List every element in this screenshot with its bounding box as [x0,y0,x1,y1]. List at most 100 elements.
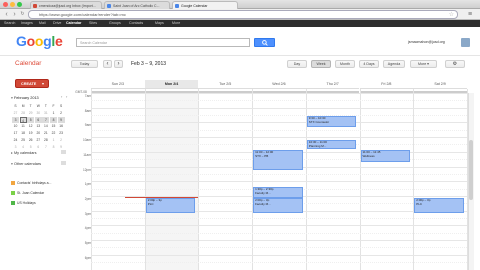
mini-day[interactable]: 9 [58,144,65,150]
prev-week-button[interactable]: ‹ [103,60,112,68]
mini-day[interactable]: 3 [12,144,19,150]
mini-calendar-title[interactable]: ▾ February 2013 [11,95,39,100]
mini-day[interactable]: 28 [20,110,27,116]
mini-day[interactable]: 7 [42,116,50,123]
mini-day[interactable]: 6 [34,116,42,123]
mini-day[interactable]: 6 [35,144,42,150]
calendar-list-item[interactable]: US Holidays [11,201,36,206]
my-calendars-menu-icon[interactable] [61,150,66,154]
day-header[interactable]: Thu 2/7 [305,80,360,89]
wrench-menu-icon[interactable]: ≡ [464,10,476,19]
calendar-event[interactable]: 11:00 – 11:45 Wellness [360,150,411,162]
mini-day[interactable]: 20 [35,130,42,136]
address-bar[interactable]: https://www.google.com/calendar/render?t… [28,10,458,19]
mini-day[interactable]: 30 [35,110,42,116]
mini-day[interactable]: 5 [27,144,34,150]
mini-day[interactable]: 26 [27,137,34,143]
other-calendars-menu-icon[interactable] [61,161,66,165]
settings-gear-icon[interactable]: ⚙ [445,60,465,68]
mini-day[interactable]: 3 [12,116,19,123]
view-day-button[interactable]: Day [287,60,307,68]
calendar-event[interactable]: 10:30 – 11:00 Planning M... [306,140,357,149]
create-dropdown-icon[interactable]: ▾ [42,81,44,86]
next-week-button[interactable]: › [114,60,123,68]
mini-day[interactable]: 18 [20,130,27,136]
mini-day[interactable]: 17 [12,130,19,136]
mini-prev-icon[interactable]: ‹ [61,94,62,99]
mini-day[interactable]: 15 [50,123,57,129]
google-bar-groups[interactable]: Groups [109,20,121,27]
search-button[interactable] [254,38,275,47]
calendar-event[interactable]: 2:00p – 3p PLC [145,198,196,213]
view-agenda-button[interactable]: Agenda [383,60,405,68]
mini-day[interactable]: 21 [42,130,49,136]
minimize-window-icon[interactable] [10,2,15,7]
today-button[interactable]: Today [71,60,98,68]
mini-day[interactable]: 4 [20,144,27,150]
mini-day[interactable]: 10 [12,123,19,129]
calendar-event[interactable]: 2:00p – 3p PLC [414,198,464,213]
mini-day[interactable]: 2 [58,110,65,116]
google-bar-sites[interactable]: Sites [89,20,97,27]
tab-calendar[interactable]: Google Calendar [172,1,238,9]
mini-day[interactable]: 23 [58,130,65,136]
mini-day[interactable]: 27 [35,137,42,143]
mini-day[interactable]: 25 [20,137,27,143]
calendar-event[interactable]: 1:30p – 2:30p Faculty M... [253,187,303,198]
tab-school[interactable]: Saint Joan of Arc Catholic C... [104,1,170,9]
mini-day[interactable]: 16 [58,123,65,129]
mini-day[interactable]: 8 [50,144,57,150]
mini-day[interactable]: 1 [50,110,57,116]
view-4days-button[interactable]: 4 Days [359,60,379,68]
google-bar-contacts[interactable]: Contacts [129,20,143,27]
google-bar-more[interactable]: More [172,20,180,27]
zoom-window-icon[interactable] [17,2,22,7]
reload-icon[interactable]: ↻ [18,10,27,19]
mini-day[interactable]: 1 [50,137,57,143]
mini-day[interactable]: 31 [42,110,49,116]
mini-day[interactable]: 2 [58,137,65,143]
mini-day[interactable]: 8 [50,116,57,123]
mini-day[interactable]: 24 [12,137,19,143]
day-header[interactable]: Tue 2/5 [198,80,253,89]
mini-day[interactable]: 28 [42,137,49,143]
google-bar-maps[interactable]: Maps [155,20,164,27]
day-header[interactable]: Fri 2/8 [359,80,414,89]
mini-next-icon[interactable]: › [66,94,67,99]
avatar[interactable] [461,38,470,47]
google-bar-drive[interactable]: Drive [53,20,61,27]
close-window-icon[interactable] [3,2,8,7]
google-bar-search[interactable]: Search [4,20,15,27]
more-button[interactable]: More ▾ [410,60,437,68]
google-bar-mail[interactable]: Mail [39,20,46,27]
mini-day[interactable]: 29 [27,110,34,116]
calendar-list-item[interactable]: St. Joan Calendar [11,191,44,196]
calendar-event[interactable]: 9:30 – 10:30 STX Counselor [306,116,357,127]
mini-day[interactable]: 27 [12,110,19,116]
search-input[interactable]: Search Calendar [76,38,250,47]
google-bar-images[interactable]: Images [21,20,33,27]
mini-day[interactable]: 7 [42,144,49,150]
mini-day[interactable]: 4 [19,116,27,123]
mini-day[interactable]: 11 [20,123,27,129]
mini-day[interactable]: 19 [27,130,34,136]
tab-gmail[interactable]: cmendoza@jusd.org Inbox (Import... [30,1,102,9]
google-bar-calendar[interactable]: Calendar [66,20,81,27]
scrollbar-thumb[interactable] [469,140,473,200]
view-week-button[interactable]: Week [311,60,331,68]
view-month-button[interactable]: Month [335,60,355,68]
account-name[interactable]: jsmacmahon@jusd.org [408,40,445,44]
my-calendars-header[interactable]: ▸ My calendars [11,150,37,155]
mini-day[interactable]: 12 [27,123,34,129]
day-header[interactable]: Mon 2/4 [144,80,199,89]
calendar-list-item[interactable]: Contacts' birthdays a... [11,181,51,186]
day-header[interactable]: Wed 2/6 [252,80,306,89]
mini-day[interactable]: 13 [35,123,42,129]
day-header[interactable]: Sat 2/9 [413,80,467,89]
bookmark-star-icon[interactable]: ☆ [449,11,454,19]
day-header[interactable]: Sun 2/3 [91,80,145,89]
calendar-event[interactable]: 11:00 – 12:00 STX – PB [253,150,303,170]
mini-day[interactable]: 9 [57,116,65,123]
other-calendars-header[interactable]: ▾ Other calendars [11,161,41,166]
mini-day[interactable]: 22 [50,130,57,136]
